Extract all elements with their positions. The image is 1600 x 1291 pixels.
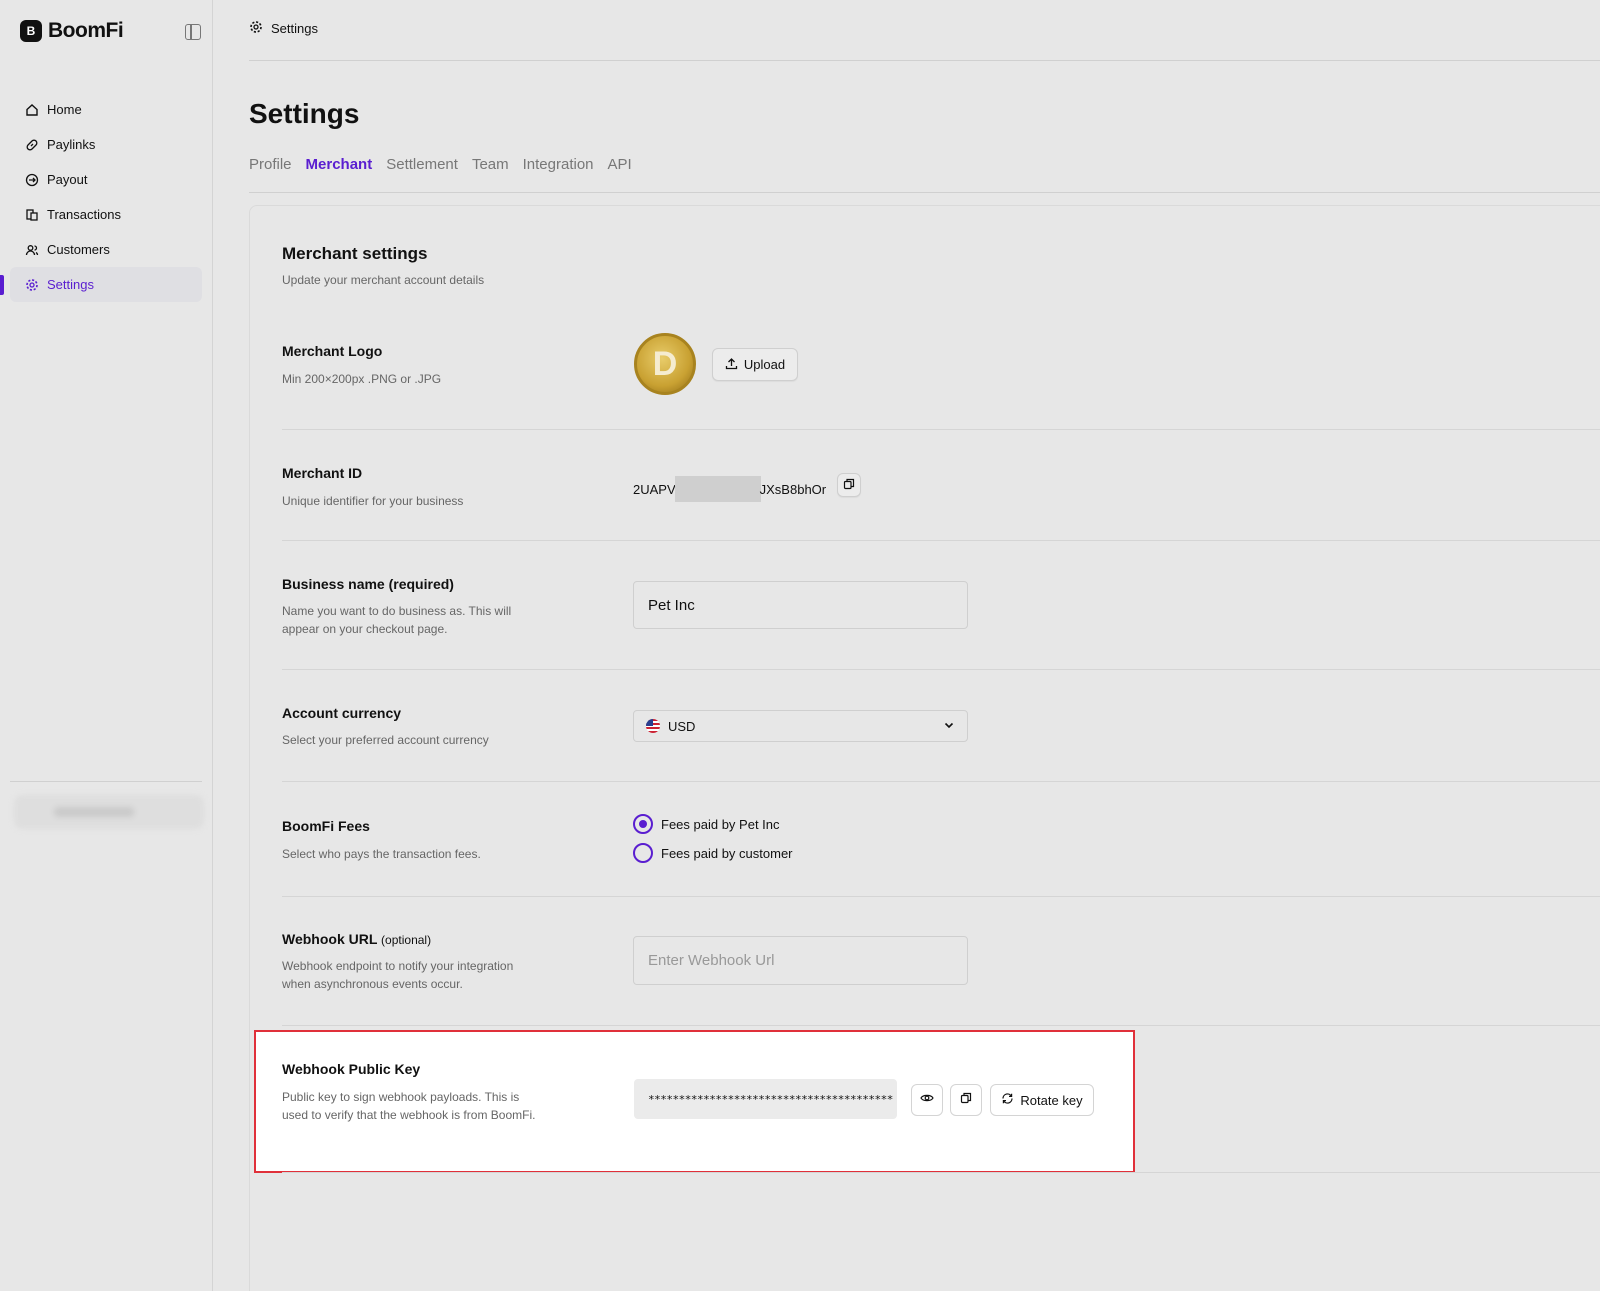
- copy-key-button[interactable]: [950, 1084, 982, 1116]
- currency-select[interactable]: USD: [633, 710, 968, 742]
- show-key-button[interactable]: [911, 1084, 943, 1116]
- currency-value: USD: [668, 718, 696, 734]
- merchant-logo-desc: Min 200×200px .PNG or .JPG: [282, 372, 442, 386]
- tab-integration[interactable]: Integration: [523, 156, 594, 173]
- webhook-key-label: Webhook Public Key: [282, 1061, 421, 1077]
- sidebar-item-transactions[interactable]: Transactions: [10, 197, 202, 232]
- user-account-menu[interactable]: [14, 795, 204, 829]
- upload-button[interactable]: Upload: [712, 348, 798, 381]
- webhook-url-input[interactable]: Enter Webhook Url: [633, 936, 968, 985]
- sidebar-divider: [10, 781, 202, 782]
- tab-merchant[interactable]: Merchant: [306, 156, 373, 173]
- row-divider: [282, 1025, 1600, 1026]
- merchant-id-label: Merchant ID: [282, 465, 363, 481]
- brand-name: BoomFi: [48, 19, 124, 42]
- sidebar-item-home[interactable]: Home: [10, 92, 202, 127]
- webhook-key-field[interactable]: ****************************************: [634, 1079, 897, 1119]
- merchant-id-desc: Unique identifier for your business: [282, 494, 464, 508]
- breadcrumb-label: Settings: [271, 21, 318, 36]
- gear-icon: [25, 278, 39, 292]
- section-title: Merchant settings: [282, 244, 428, 263]
- rotate-key-button[interactable]: Rotate key: [990, 1084, 1094, 1116]
- transactions-icon: [25, 208, 39, 222]
- sidebar-item-payout[interactable]: Payout: [10, 162, 202, 197]
- account-currency-desc: Select your preferred account currency: [282, 733, 489, 747]
- redacted-block: [674, 476, 761, 502]
- brand-mark-icon: B: [20, 20, 42, 42]
- copy-icon: [960, 1091, 972, 1109]
- tab-profile[interactable]: Profile: [249, 156, 292, 173]
- sidebar-collapse-icon[interactable]: [185, 24, 201, 40]
- fees-option-label: Fees paid by customer: [661, 845, 793, 861]
- radio-checked[interactable]: [633, 814, 653, 834]
- rotate-key-label: Rotate key: [1020, 1092, 1083, 1108]
- row-divider: [282, 429, 1600, 430]
- fees-option-label: Fees paid by Pet Inc: [661, 816, 780, 832]
- webhook-url-desc: Webhook endpoint to notify your integrat…: [282, 959, 514, 991]
- sidebar: B BoomFi Home Paylinks Payout Transactio…: [0, 0, 213, 1291]
- copy-merchant-id-button[interactable]: [837, 473, 861, 497]
- webhook-url-title: Webhook URL: [282, 931, 378, 947]
- customers-icon: [25, 243, 39, 257]
- upload-button-label: Upload: [743, 357, 786, 372]
- refresh-icon: [1001, 1092, 1014, 1108]
- fees-option-merchant[interactable]: Fees paid by Pet Inc: [633, 814, 780, 834]
- section-subtitle: Update your merchant account details: [282, 273, 485, 287]
- us-flag-icon: [646, 719, 660, 733]
- business-name-desc: Name you want to do business as. This wi…: [282, 604, 512, 636]
- fees-desc: Select who pays the transaction fees.: [282, 847, 481, 861]
- row-divider: [282, 781, 1600, 782]
- radio-unchecked[interactable]: [633, 843, 653, 863]
- link-icon: [25, 138, 39, 152]
- gear-icon: [249, 20, 263, 37]
- webhook-key-desc: Public key to sign webhook payloads. Thi…: [282, 1090, 536, 1122]
- sidebar-item-label: Customers: [47, 242, 110, 257]
- optional-tag: (optional): [381, 933, 432, 947]
- copy-icon: [843, 478, 855, 493]
- settings-tabs: Profile Merchant Settlement Team Integra…: [249, 156, 632, 173]
- row-divider: [282, 896, 1600, 897]
- merchant-id-suffix: JXsB8bhOr: [759, 481, 827, 497]
- sidebar-item-label: Transactions: [47, 207, 121, 222]
- upload-icon: [725, 357, 738, 373]
- business-name-input[interactable]: Pet Inc: [633, 581, 968, 629]
- tabs-divider: [249, 192, 1600, 193]
- fees-label: BoomFi Fees: [282, 818, 370, 834]
- account-currency-label: Account currency: [282, 705, 402, 721]
- sidebar-nav: Home Paylinks Payout Transactions Custom…: [0, 92, 202, 302]
- sidebar-item-label: Settings: [47, 277, 94, 292]
- merchant-id-prefix: 2UAPV: [633, 481, 676, 497]
- tab-team[interactable]: Team: [472, 156, 509, 173]
- webhook-url-label: Webhook URL (optional): [282, 931, 431, 947]
- eye-icon: [920, 1091, 934, 1110]
- merchant-logo-label: Merchant Logo: [282, 343, 383, 359]
- sidebar-item-label: Payout: [47, 172, 88, 187]
- header-divider: [249, 60, 1600, 61]
- sidebar-item-settings[interactable]: Settings: [0, 267, 202, 302]
- sidebar-item-label: Home: [47, 102, 82, 117]
- brand-logo[interactable]: B BoomFi: [20, 19, 124, 43]
- chevron-down-icon: [943, 719, 955, 734]
- tab-api[interactable]: API: [608, 156, 632, 173]
- row-divider: [282, 540, 1600, 541]
- breadcrumb: Settings: [249, 20, 318, 37]
- merchant-id-value: 2UAPV JXsB8bhOr: [633, 476, 826, 502]
- tab-settlement[interactable]: Settlement: [386, 156, 458, 173]
- sidebar-item-customers[interactable]: Customers: [10, 232, 202, 267]
- fees-option-customer[interactable]: Fees paid by customer: [633, 843, 793, 863]
- business-name-label: Business name (required): [282, 576, 454, 592]
- row-divider: [282, 1172, 1600, 1173]
- row-divider: [282, 669, 1600, 670]
- sidebar-item-paylinks[interactable]: Paylinks: [10, 127, 202, 162]
- merchant-logo-image: D: [634, 333, 696, 395]
- page-title: Settings: [249, 98, 360, 129]
- home-icon: [25, 103, 39, 117]
- payout-icon: [25, 173, 39, 187]
- sidebar-item-label: Paylinks: [47, 137, 96, 152]
